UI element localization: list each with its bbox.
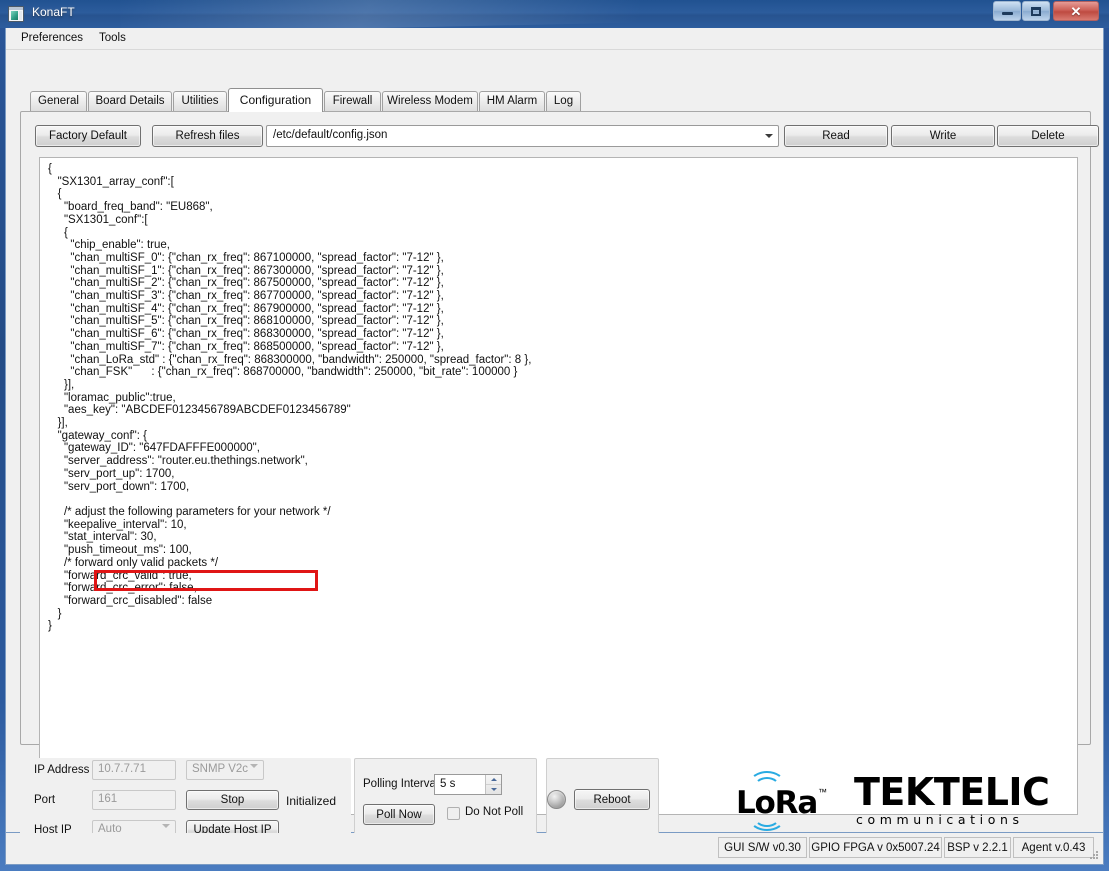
- menu-bar: Preferences Tools: [6, 28, 1103, 50]
- title-bar-glint: [119, 0, 641, 28]
- close-button[interactable]: ✕: [1053, 1, 1099, 21]
- tab-board-details[interactable]: Board Details: [88, 91, 172, 112]
- ip-address-label: IP Address: [34, 764, 90, 776]
- polling-interval-label: Polling Interval:: [363, 778, 442, 790]
- caret-up-icon[interactable]: [486, 775, 501, 784]
- form-window-icon: [8, 6, 24, 22]
- port-field[interactable]: 161: [92, 790, 176, 810]
- config-file-select[interactable]: /etc/default/config.json: [266, 125, 779, 147]
- write-button[interactable]: Write: [891, 125, 995, 147]
- config-json-editor[interactable]: { "SX1301_array_conf":[ { "board_freq_ba…: [39, 157, 1078, 815]
- configuration-panel: Factory Default Refresh files /etc/defau…: [20, 111, 1099, 815]
- connection-status: Initialized: [286, 794, 337, 808]
- polling-interval-stepper[interactable]: 5 s: [434, 774, 502, 795]
- status-bar: GUI S/W v0.30 GPIO FPGA v 0x5007.24 BSP …: [5, 833, 1104, 865]
- chevron-down-icon[interactable]: [250, 764, 258, 780]
- do-not-poll-checkbox[interactable]: [447, 807, 460, 820]
- client-area: Preferences Tools General Board Details …: [5, 28, 1104, 843]
- tab-firewall[interactable]: Firewall: [324, 91, 381, 112]
- status-fpga-version: GPIO FPGA v 0x5007.24: [809, 837, 942, 858]
- reboot-button[interactable]: Reboot: [574, 789, 650, 810]
- ip-address-field[interactable]: 10.7.7.71: [92, 760, 176, 780]
- tab-general[interactable]: General: [30, 91, 87, 112]
- maximize-button[interactable]: [1022, 1, 1050, 21]
- caret-down-icon[interactable]: [486, 784, 501, 793]
- delete-button[interactable]: Delete: [997, 125, 1099, 147]
- polling-interval-value: 5 s: [440, 778, 456, 790]
- status-agent-version: Agent v.0.43: [1013, 837, 1094, 858]
- config-json-text: { "SX1301_array_conf":[ { "board_freq_ba…: [48, 163, 532, 633]
- application-window: KonaFT ✕ Preferences Tools General Board…: [0, 0, 1109, 871]
- protocol-value: SNMP V2c: [192, 763, 249, 775]
- tektelic-tagline: communications: [856, 812, 1024, 827]
- config-file-value: /etc/default/config.json: [273, 129, 388, 141]
- read-button[interactable]: Read: [784, 125, 888, 147]
- led-indicator-off: [547, 790, 566, 809]
- tab-wireless-modem[interactable]: Wireless Modem: [382, 91, 478, 112]
- chevron-down-icon[interactable]: [760, 126, 778, 146]
- stop-button[interactable]: Stop: [186, 790, 279, 810]
- stepper-buttons[interactable]: [485, 775, 501, 794]
- tab-hm-alarm[interactable]: HM Alarm: [479, 91, 545, 112]
- tab-configuration[interactable]: Configuration: [228, 88, 323, 112]
- tektelic-wordmark: TEKTELIC: [854, 770, 1050, 814]
- lora-wave-bottom-2-icon: [749, 805, 785, 831]
- polling-group: [354, 758, 537, 843]
- status-gui-version: GUI S/W v0.30: [718, 837, 807, 858]
- refresh-files-button[interactable]: Refresh files: [152, 125, 263, 147]
- status-bsp-version: BSP v 2.2.1: [944, 837, 1011, 858]
- protocol-select[interactable]: SNMP V2c: [186, 760, 264, 780]
- close-icon: ✕: [1070, 3, 1082, 19]
- do-not-poll-label: Do Not Poll: [465, 806, 524, 818]
- resize-grip[interactable]: [1089, 851, 1099, 861]
- tektelic-logo: TEKTELIC communications: [854, 770, 1076, 830]
- poll-now-button[interactable]: Poll Now: [363, 804, 435, 825]
- minimize-button[interactable]: [993, 1, 1021, 21]
- trademark-icon: ™: [818, 787, 827, 797]
- maximize-icon: [1031, 6, 1041, 16]
- minimize-icon: [1001, 12, 1013, 15]
- menu-item-preferences[interactable]: Preferences: [14, 31, 90, 48]
- tab-utilities[interactable]: Utilities: [173, 91, 227, 112]
- lora-logo: LoRa ™: [736, 771, 831, 831]
- menu-item-tools[interactable]: Tools: [92, 31, 133, 48]
- title-bar: KonaFT ✕: [0, 0, 1109, 28]
- port-label: Port: [34, 794, 56, 806]
- tab-log[interactable]: Log: [546, 91, 581, 112]
- factory-default-button[interactable]: Factory Default: [35, 125, 141, 147]
- window-title: KonaFT: [32, 5, 75, 19]
- lora-wave-top-2-icon: [749, 771, 785, 797]
- connection-group: IP Address 10.7.7.71 SNMP V2c Port 161 S…: [20, 758, 351, 843]
